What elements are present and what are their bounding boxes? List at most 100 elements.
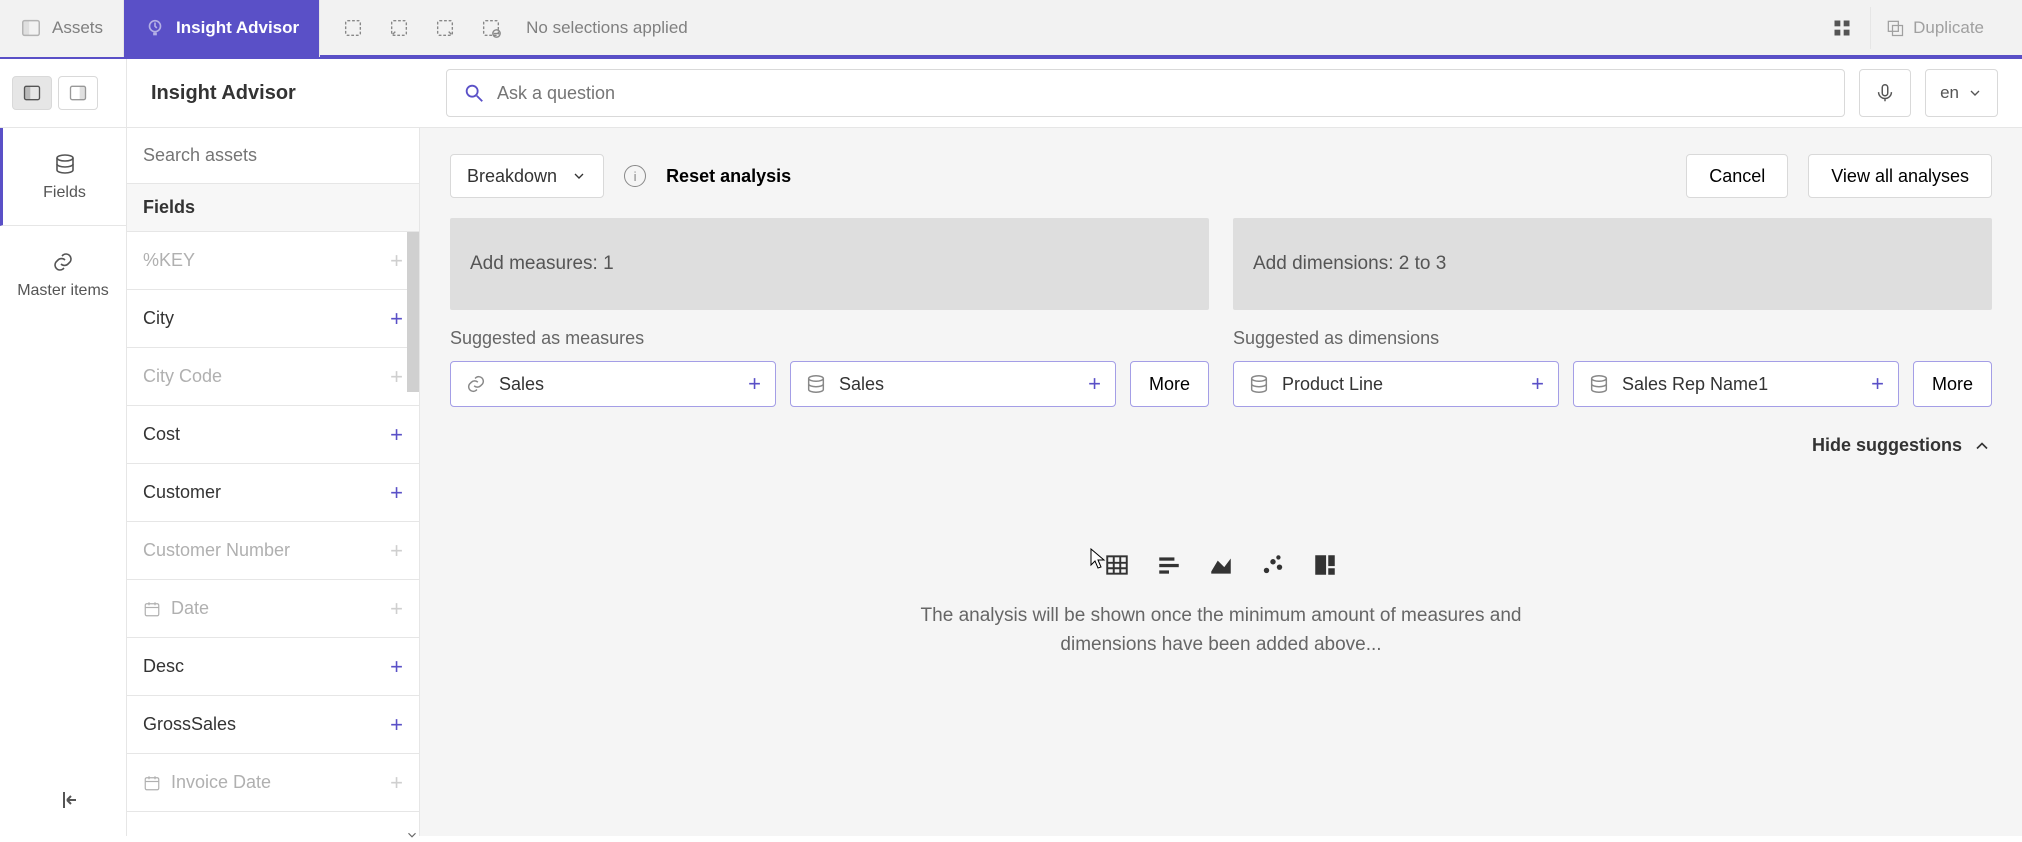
assets-search[interactable] <box>127 128 419 184</box>
suggestion-chip[interactable]: Sales + <box>790 361 1116 407</box>
language-label: en <box>1940 83 1959 103</box>
drop-dimensions[interactable]: Add dimensions: 2 to 3 <box>1233 218 1992 310</box>
field-row[interactable]: City Code + <box>127 348 419 406</box>
suggested-measures-label: Suggested as measures <box>450 328 1209 349</box>
field-row[interactable]: GrossSales+ <box>127 696 419 754</box>
placeholder-text: The analysis will be shown once the mini… <box>911 602 1531 659</box>
suggested-dimensions: Suggested as dimensions Product Line+ Sal… <box>1233 328 1992 407</box>
tab-assets[interactable]: Assets <box>0 0 124 57</box>
bar-chart-icon <box>1156 552 1182 578</box>
add-field-button[interactable]: + <box>390 248 403 274</box>
more-suggestions-button[interactable]: More <box>1913 361 1992 407</box>
analysis-type-dropdown[interactable]: Breakdown <box>450 154 604 198</box>
add-chip-button[interactable]: + <box>1088 371 1101 397</box>
calendar-icon <box>143 774 161 792</box>
suggestion-chip[interactable]: Product Line+ <box>1233 361 1559 407</box>
add-field-button[interactable]: + <box>390 596 403 622</box>
add-field-button[interactable]: + <box>390 422 403 448</box>
main-area: Fields Master items Fields %KEY+City+Cit… <box>0 128 2022 836</box>
top-toolbar: Assets Insight Advisor No selections app… <box>0 0 2022 59</box>
question-searchbox[interactable] <box>446 69 1845 117</box>
hide-suggestions-toggle[interactable]: Hide suggestions <box>450 435 1992 456</box>
field-row[interactable]: Customer + <box>127 464 419 522</box>
drop-measures[interactable]: Add measures: 1 <box>450 218 1209 310</box>
field-row[interactable]: Invoice Date + <box>127 754 419 812</box>
area-chart-icon <box>1208 552 1234 578</box>
field-row[interactable]: Date+ <box>127 580 419 638</box>
clear-selection-icon[interactable] <box>480 17 502 39</box>
field-label: Desc <box>143 656 184 677</box>
placeholder-chart-icons <box>1104 552 1338 578</box>
question-input[interactable] <box>497 83 1828 104</box>
smart-select-icon[interactable] <box>342 17 364 39</box>
scroll-down-arrow[interactable] <box>405 828 419 842</box>
rail-fields-label: Fields <box>43 184 86 202</box>
tab-insight-advisor[interactable]: Insight Advisor <box>124 0 320 57</box>
duplicate-label: Duplicate <box>1913 18 1984 38</box>
scatter-chart-icon <box>1260 552 1286 578</box>
analysis-placeholder: The analysis will be shown once the mini… <box>450 552 1992 659</box>
add-field-button[interactable]: + <box>390 480 403 506</box>
panel-icon <box>20 17 42 39</box>
field-list: %KEY+City+City Code+Cost+Customer+Custom… <box>127 232 419 836</box>
chip-label: Sales <box>839 374 1076 395</box>
field-row[interactable]: %KEY + <box>127 232 419 290</box>
more-suggestions-button[interactable]: More <box>1130 361 1209 407</box>
scrollbar-handle[interactable] <box>407 232 419 392</box>
add-field-button[interactable]: + <box>390 770 403 796</box>
panel-toggle-right[interactable] <box>58 76 98 110</box>
calendar-icon <box>143 600 161 618</box>
database-icon <box>1248 373 1270 395</box>
field-label: City Code <box>143 366 222 387</box>
add-chip-button[interactable]: + <box>1531 371 1544 397</box>
add-field-button[interactable]: + <box>390 712 403 738</box>
no-selections-label: No selections applied <box>526 18 688 38</box>
panel-left-icon <box>22 83 42 103</box>
left-rail: Fields Master items <box>0 128 127 836</box>
reset-analysis-button[interactable]: Reset analysis <box>666 166 791 187</box>
info-icon[interactable]: i <box>624 165 646 187</box>
language-selector[interactable]: en <box>1925 69 1998 117</box>
suggestion-chip[interactable]: Sales Rep Name1 + <box>1573 361 1899 407</box>
search-icon <box>463 82 485 104</box>
add-chip-button[interactable]: + <box>748 371 761 397</box>
add-chip-button[interactable]: + <box>1871 371 1884 397</box>
chip-label: Sales Rep Name1 <box>1622 374 1859 395</box>
field-label: City <box>143 308 174 329</box>
step-back-icon[interactable] <box>388 17 410 39</box>
collapse-rail-icon[interactable] <box>58 788 82 812</box>
suggested-row: Suggested as measures Sales+Sales+More S… <box>450 328 1992 407</box>
app-grid-icon[interactable] <box>1832 18 1852 38</box>
chevron-up-icon <box>1972 436 1992 456</box>
panel-toggle-left[interactable] <box>12 76 52 110</box>
assets-heading: Fields <box>127 184 419 232</box>
add-field-button[interactable]: + <box>390 538 403 564</box>
step-forward-icon[interactable] <box>434 17 456 39</box>
field-label: %KEY <box>143 250 195 271</box>
suggestion-chip[interactable]: Sales+ <box>450 361 776 407</box>
field-label: Invoice Date <box>171 772 271 793</box>
field-label: Customer Number <box>143 540 290 561</box>
add-field-button[interactable]: + <box>390 306 403 332</box>
rail-master-items[interactable]: Master items <box>0 226 126 324</box>
header-row: Insight Advisor en <box>0 59 2022 128</box>
field-row[interactable]: Customer Number + <box>127 522 419 580</box>
field-row[interactable]: Desc + <box>127 638 419 696</box>
table-chart-icon <box>1104 552 1130 578</box>
rail-master-label: Master items <box>17 282 109 300</box>
suggested-dimensions-label: Suggested as dimensions <box>1233 328 1992 349</box>
field-label: Cost <box>143 424 180 445</box>
voice-input-button[interactable] <box>1859 69 1911 117</box>
assets-search-input[interactable] <box>143 145 403 166</box>
field-row[interactable]: Cost + <box>127 406 419 464</box>
chevron-down-icon <box>1967 85 1983 101</box>
add-field-button[interactable]: + <box>390 654 403 680</box>
field-row[interactable]: City + <box>127 290 419 348</box>
drop-measures-label: Add measures: 1 <box>470 253 614 275</box>
cancel-button[interactable]: Cancel <box>1686 154 1788 198</box>
duplicate-button[interactable]: Duplicate <box>1870 7 1998 49</box>
rail-fields[interactable]: Fields <box>0 128 126 226</box>
view-all-analyses-button[interactable]: View all analyses <box>1808 154 1992 198</box>
field-label: Customer <box>143 482 221 503</box>
add-field-button[interactable]: + <box>390 364 403 390</box>
